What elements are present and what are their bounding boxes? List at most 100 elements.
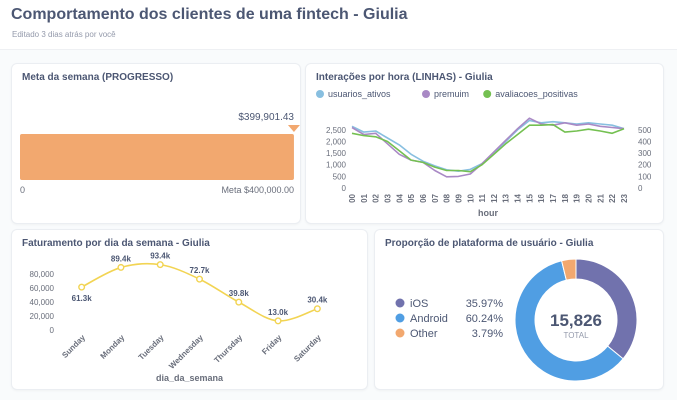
legend-item-premuim[interactable]: premuim (422, 89, 469, 99)
x-axis-tick: 22 (608, 193, 617, 202)
x-axis-label: dia_da_semana (156, 373, 224, 383)
data-point[interactable] (195, 275, 203, 283)
x-axis-tick: Monday (99, 333, 127, 361)
progress-fill (20, 134, 294, 180)
x-axis-tick: 07 (431, 193, 440, 202)
legend-label: usuarios_ativos (328, 89, 391, 99)
series-line-premuim[interactable] (351, 117, 625, 178)
legend-percent: 60.24% (466, 313, 504, 325)
x-axis-tick: 04 (395, 193, 404, 202)
donut-slice-ios[interactable] (575, 258, 638, 360)
legend-swatch (395, 298, 405, 308)
data-point[interactable] (78, 283, 86, 291)
x-axis-tick: Thursday (212, 333, 244, 365)
hourly-card[interactable]: Interações por hora (LINHAS) - Giulia us… (305, 63, 664, 224)
donut-total-label: TOTAL (563, 331, 589, 340)
platform-donut-chart: 15,826TOTAL iOS 35.97% Android 60.24% Other 3.… (395, 258, 638, 382)
legend-swatch (316, 90, 324, 98)
x-axis-tick: Tuesday (137, 333, 166, 362)
right-axis-tick: 400 (638, 137, 652, 146)
legend-label: iOS (410, 298, 428, 310)
x-axis-tick: 02 (372, 193, 381, 202)
data-label: 13.0k (268, 308, 289, 317)
data-point[interactable] (156, 261, 164, 269)
x-axis-tick: 18 (561, 193, 570, 202)
progress-card[interactable]: Meta da semana (PROGRESSO) $399,901.43 0… (11, 63, 301, 224)
data-point[interactable] (313, 305, 321, 313)
legend-label: premuim (434, 89, 469, 99)
x-axis-tick: 00 (348, 193, 357, 202)
legend-label: avaliacoes_positivas (495, 89, 578, 99)
data-point[interactable] (235, 298, 243, 306)
data-label: 89.4k (111, 254, 132, 263)
weekday-line-chart: 0 20,000 40,000 60,000 80,000 61.3k 89.4k 93.4k… (30, 252, 328, 383)
right-axis-tick: 300 (638, 149, 652, 158)
progress-marker-icon (287, 125, 300, 132)
legend-item-other[interactable]: Other 3.79% (395, 328, 504, 340)
x-axis-tick: 15 (525, 193, 534, 202)
left-axis-tick: 1,500 (326, 149, 347, 158)
x-axis-tick: 19 (573, 193, 582, 202)
x-axis-tick: Friday (260, 333, 284, 357)
x-axis-tick: 13 (502, 193, 511, 202)
legend-item-android[interactable]: Android 60.24% (395, 313, 504, 325)
donut-total-value: 15,826 (550, 311, 602, 330)
progress-value-label: $399,901.43 (238, 112, 294, 123)
right-axis-tick: 500 (638, 126, 652, 135)
data-label: 39.8k (229, 289, 250, 298)
legend-label: Android (410, 313, 448, 325)
legend-swatch (483, 90, 492, 98)
x-axis-tick: Sunday (60, 333, 87, 360)
x-axis-tick: 10 (466, 193, 475, 202)
right-axis-tick: 100 (638, 172, 652, 181)
progress-goal-label: Meta $400,000.00 (221, 185, 294, 195)
legend-item-usuarios_ativos[interactable]: usuarios_ativos (316, 89, 391, 99)
x-axis-label: hour (478, 208, 498, 218)
legend-swatch (395, 328, 405, 338)
x-axis-tick: Wednesday (167, 333, 205, 371)
x-axis-tick: 03 (383, 193, 392, 202)
y-axis-tick: 40,000 (30, 298, 55, 307)
legend-percent: 35.97% (466, 298, 504, 310)
data-label: 72.7k (189, 266, 210, 275)
legend-item-avaliacoes_positivas[interactable]: avaliacoes_positivas (483, 89, 578, 99)
x-axis-tick: 09 (454, 193, 463, 202)
y-axis-tick: 80,000 (30, 270, 55, 279)
x-axis-tick: 11 (478, 193, 487, 202)
data-point[interactable] (274, 317, 282, 325)
left-axis-tick: 2,000 (326, 137, 347, 146)
left-axis-tick: 2,500 (326, 126, 347, 135)
x-axis-tick: 06 (419, 193, 428, 202)
left-axis-tick: 500 (333, 172, 347, 181)
data-point[interactable] (117, 263, 125, 271)
x-axis-tick: 12 (490, 193, 499, 202)
x-axis-tick: 23 (620, 193, 629, 202)
y-axis-tick: 0 (50, 326, 55, 335)
legend-label: Other (410, 328, 438, 340)
x-axis-tick: 16 (537, 193, 546, 202)
x-axis-tick: 20 (585, 193, 594, 202)
legend-item-ios[interactable]: iOS 35.97% (395, 298, 504, 310)
legend-percent: 3.79% (472, 328, 503, 340)
x-axis-tick: 08 (443, 193, 452, 202)
x-axis-tick: 14 (514, 193, 523, 202)
legend-swatch (422, 90, 430, 98)
x-axis-tick: Saturday (292, 333, 323, 364)
x-axis-tick: 05 (407, 193, 416, 202)
edit-info[interactable]: Editado 3 dias atrás por você (12, 30, 116, 39)
data-label: 61.3k (72, 294, 93, 303)
right-axis-tick: 0 (638, 184, 643, 193)
x-axis-tick: 21 (596, 193, 605, 202)
progress-chart: $399,901.43 0 Meta $400,000.00 (20, 112, 300, 195)
data-label: 93.4k (150, 252, 171, 261)
weekday-card[interactable]: Faturamento por dia da semana - Giulia 0… (11, 229, 368, 390)
data-label: 30.4k (307, 296, 328, 305)
legend-swatch (395, 313, 405, 323)
platform-card[interactable]: Proporção de plataforma de usuário - Giu… (374, 229, 664, 390)
x-axis-tick: 01 (360, 193, 369, 202)
left-axis-tick: 1,000 (326, 161, 347, 170)
x-axis-tick: 17 (549, 193, 558, 202)
page-title: Comportamento dos clientes de uma fintec… (11, 6, 408, 23)
hourly-line-chart: usuarios_ativos premuim avaliacoes_positiv… (316, 89, 652, 218)
y-axis-tick: 20,000 (30, 312, 55, 321)
